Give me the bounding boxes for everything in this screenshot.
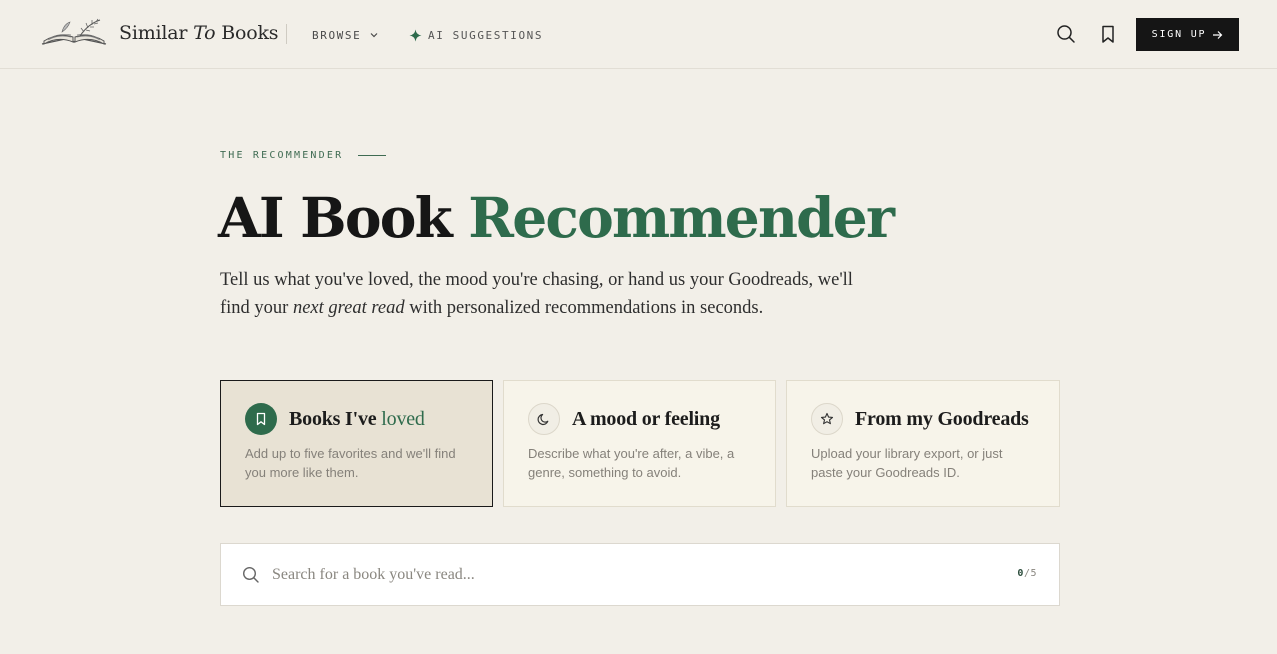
section-eyebrow: THE RECOMMENDER xyxy=(220,150,387,161)
card-description: Describe what you're after, a vibe, a ge… xyxy=(528,446,735,480)
card-badge xyxy=(811,403,843,435)
eyebrow-label: THE RECOMMENDER xyxy=(220,150,344,161)
selection-counter: 0/5 xyxy=(1017,568,1037,579)
title-part-2: Recommender xyxy=(468,185,895,250)
sign-up-label: SIGN UP xyxy=(1151,29,1207,40)
sparkle-icon xyxy=(409,29,422,41)
search-icon[interactable] xyxy=(1056,24,1076,44)
page-subtitle: Tell us what you've loved, the mood you'… xyxy=(220,266,860,322)
page-title: AI Book Recommender xyxy=(218,184,895,252)
mode-card-books-loved[interactable]: Books I've loved Add up to five favorite… xyxy=(220,380,493,507)
eyebrow-rule xyxy=(358,155,387,156)
subtitle-emphasis: next great read xyxy=(292,298,405,318)
bookmark-icon xyxy=(256,412,266,426)
top-navigation-bar: Similar To Books BROWSE AI SUGGESTIONS S… xyxy=(0,0,1277,69)
card-title: From my Goodreads xyxy=(855,407,1029,430)
card-badge xyxy=(528,403,560,435)
logo-wordmark: Similar To Books xyxy=(119,22,279,44)
book-search-box: 0/5 xyxy=(220,543,1060,606)
nav-ai-label: AI SUGGESTIONS xyxy=(428,28,544,42)
book-search-input[interactable] xyxy=(272,562,972,588)
mode-card-mood[interactable]: A mood or feeling Describe what you're a… xyxy=(503,380,776,507)
search-icon xyxy=(242,566,259,583)
chevron-down-icon xyxy=(370,33,378,38)
nav-ai-suggestions[interactable]: AI SUGGESTIONS xyxy=(409,28,543,42)
arrow-right-icon xyxy=(1213,30,1223,39)
subtitle-part-2: with personalized recommendations in sec… xyxy=(409,298,764,318)
bookmark-icon[interactable] xyxy=(1098,24,1118,44)
sign-up-button[interactable]: SIGN UP xyxy=(1136,18,1239,51)
star-icon xyxy=(820,412,834,425)
card-description: Add up to five favorites and we'll find … xyxy=(245,446,456,480)
moon-icon xyxy=(537,413,549,426)
mode-card-goodreads[interactable]: From my Goodreads Upload your library ex… xyxy=(786,380,1060,507)
nav-browse-menu[interactable]: BROWSE xyxy=(312,28,379,42)
card-title: Books I've loved xyxy=(289,407,425,430)
title-part-1: AI Book xyxy=(218,185,453,250)
header-divider xyxy=(286,24,287,44)
site-logo[interactable]: Similar To Books xyxy=(40,18,279,48)
card-title: A mood or feeling xyxy=(572,407,720,430)
card-description: Upload your library export, or just past… xyxy=(811,446,1003,480)
card-badge xyxy=(245,403,277,435)
open-book-logo-icon xyxy=(41,18,107,45)
nav-browse-label: BROWSE xyxy=(312,28,362,42)
